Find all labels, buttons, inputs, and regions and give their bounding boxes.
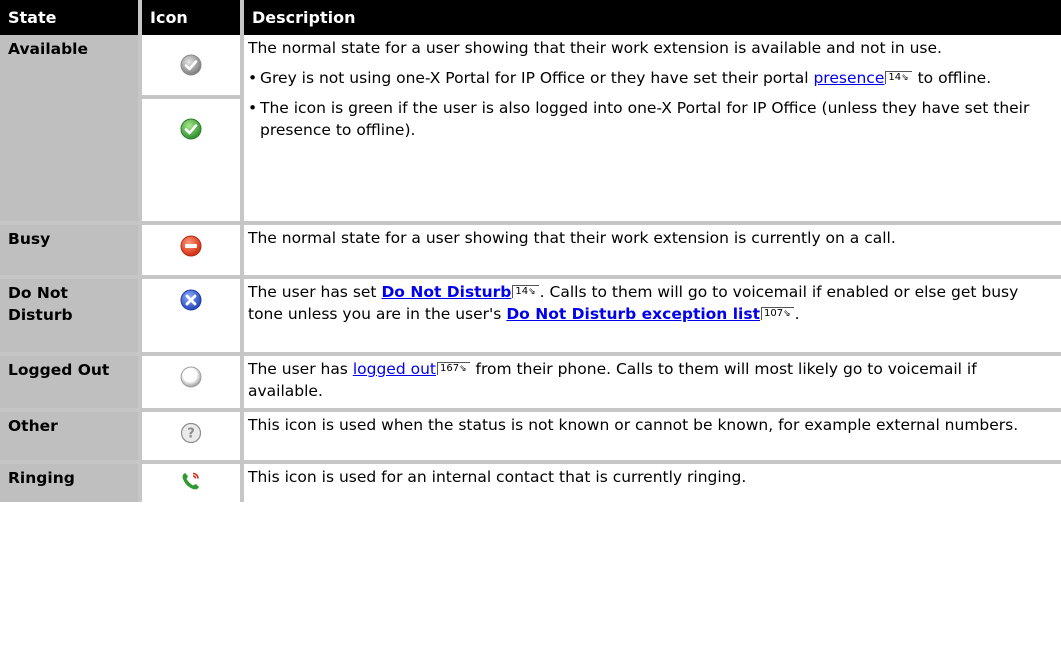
ringing-phone-icon <box>140 462 244 502</box>
state-busy: Busy <box>0 223 142 279</box>
logged-out-link[interactable]: logged out <box>353 360 436 378</box>
bullet1-text: Grey is not using one-X Portal for IP Of… <box>260 69 814 87</box>
question-icon: ? <box>140 410 244 464</box>
list-item: • The icon is green if the user is also … <box>248 97 1055 141</box>
header-row: State Icon Description <box>0 0 1061 35</box>
header-description: Description <box>242 0 1061 35</box>
header-icon: Icon <box>140 0 244 35</box>
dnd-text-1: The user has set <box>248 283 382 301</box>
desc-available: The normal state for a user showing that… <box>242 35 1061 225</box>
page-ref-107[interactable]: 107 <box>761 307 794 320</box>
page-ref-14[interactable]: 14 <box>885 71 912 84</box>
page-ref-14[interactable]: 14 <box>512 285 539 298</box>
dnd-exception-list-link[interactable]: Do Not Disturb exception list <box>506 305 760 323</box>
svg-text:?: ? <box>187 427 195 442</box>
do-not-disturb-link[interactable]: Do Not Disturb <box>381 283 511 301</box>
logged-out-icon <box>140 354 244 412</box>
state-logged-out: Logged Out <box>0 354 142 412</box>
status-table: State Icon Description Available The nor… <box>0 0 1061 502</box>
table-row: Ringing This icon is used for an interna… <box>0 462 1061 502</box>
available-grey-check-icon <box>142 35 240 99</box>
desc-ringing: This icon is used for an internal contac… <box>248 468 747 486</box>
table-row: Logged Out The user has logged out167 fr… <box>0 354 1061 412</box>
table-row: Available The normal state for a user sh… <box>0 35 1061 225</box>
desc-other: This icon is used when the status is not… <box>242 410 1061 464</box>
table-row: Busy The normal state for a user showing… <box>0 223 1061 279</box>
desc-available-text: The normal state for a user showing that… <box>248 39 942 57</box>
page-ref-167[interactable]: 167 <box>436 362 470 375</box>
dnd-text-3: . <box>794 305 800 323</box>
state-ringing: Ringing <box>0 462 142 502</box>
logged-out-text-1: The user has <box>248 360 353 378</box>
busy-icon <box>140 223 244 279</box>
desc-logged-out: The user has logged out167 from their ph… <box>242 354 1061 412</box>
header-state: State <box>0 0 142 35</box>
bullet1-text-end: to offline. <box>912 69 992 87</box>
state-other: Other <box>0 410 142 464</box>
bullet2-text: The icon is green if the user is also lo… <box>260 99 1030 139</box>
list-item: • Grey is not using one-X Portal for IP … <box>248 67 1055 89</box>
state-dnd: Do Not Disturb <box>0 277 142 356</box>
state-available: Available <box>0 35 142 225</box>
presence-link[interactable]: presence <box>813 69 884 87</box>
table-row: Do Not Disturb The user has set Do Not D… <box>0 277 1061 356</box>
icon-cell-available <box>140 35 244 225</box>
available-green-check-icon <box>142 99 240 159</box>
desc-dnd: The user has set Do Not Disturb14. Calls… <box>242 277 1061 356</box>
dnd-icon <box>140 277 244 356</box>
desc-busy: The normal state for a user showing that… <box>242 223 1061 279</box>
table-row: Other ? This icon is used when the statu… <box>0 410 1061 464</box>
